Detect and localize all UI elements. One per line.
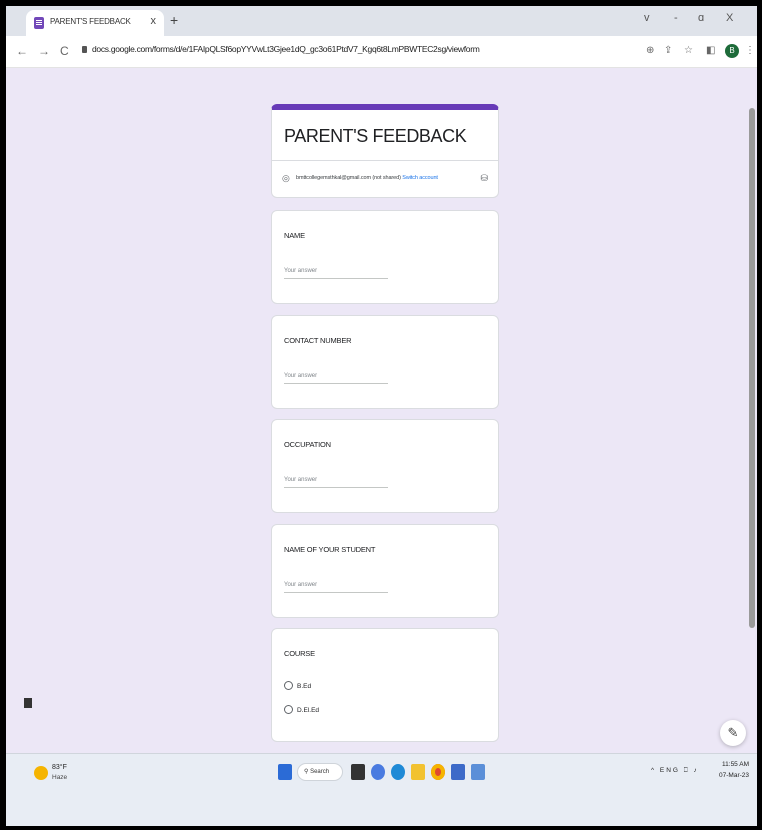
reload-icon[interactable]: C — [60, 44, 69, 58]
question-label: COURSE — [284, 649, 315, 658]
side-panel-icon[interactable]: ◧ — [706, 45, 715, 56]
start-windows-icon[interactable] — [278, 764, 292, 780]
office-icon[interactable] — [471, 764, 485, 780]
search-label: Search — [310, 769, 330, 775]
restore-button[interactable]: ɑ — [698, 12, 704, 24]
minimize-button[interactable]: - — [674, 12, 678, 24]
question-label: OCCUPATION — [284, 440, 331, 449]
side-bookmark-icon[interactable] — [24, 698, 32, 708]
edit-pencil-icon[interactable]: ✎ — [720, 720, 746, 746]
url-text: docs.google.com/forms/d/e/1FAIpQLSf6opYY… — [92, 44, 480, 54]
task-view-icon[interactable] — [351, 764, 365, 780]
tab-title: PARENT'S FEEDBACK — [50, 17, 131, 26]
question-card-student-name: NAME OF YOUR STUDENT Your answer — [271, 524, 499, 618]
radio-button[interactable] — [284, 705, 293, 714]
tab-strip: PARENT'S FEEDBACK x + v - ɑ X — [6, 6, 757, 36]
sun-haze-icon — [34, 766, 48, 780]
browser-toolbar: ← → C docs.google.com/forms/d/e/1FAIpQLS… — [6, 36, 757, 68]
question-label: CONTACT NUMBER — [284, 336, 352, 345]
browser-window: PARENT'S FEEDBACK x + v - ɑ X ← → C docs… — [6, 6, 757, 826]
account-icon: ◎ — [282, 173, 290, 183]
account-email: bmttcollegemsthkal@gmail.com — [296, 175, 371, 181]
answer-input-student-name[interactable]: Your answer — [284, 577, 388, 593]
close-window-button[interactable]: X — [726, 12, 733, 24]
question-card-occupation: OCCUPATION Your answer — [271, 419, 499, 513]
file-explorer-icon[interactable] — [411, 764, 425, 780]
question-label: NAME OF YOUR STUDENT — [284, 545, 376, 554]
option-label: D.El.Ed — [297, 707, 320, 714]
option-label: B.Ed — [297, 683, 312, 690]
clock[interactable]: 11:55 AM 07-Mar-23 — [709, 759, 749, 781]
form-header-card: PARENT'S FEEDBACK ◎ bmttcollegemsthkal@g… — [271, 104, 499, 198]
radio-button[interactable] — [284, 681, 293, 690]
radio-option-bed[interactable]: B.Ed — [284, 681, 311, 690]
volume-icon: ♪ — [693, 767, 699, 774]
question-card-contact-number: CONTACT NUMBER Your answer — [271, 315, 499, 409]
tray-language: ^ ENG — [651, 767, 680, 774]
tab-search-chevron-icon[interactable]: v — [644, 12, 650, 24]
lock-icon — [82, 46, 87, 53]
answer-input-name[interactable]: Your answer — [284, 263, 388, 279]
answer-input-contact-number[interactable]: Your answer — [284, 368, 388, 384]
question-label: NAME — [284, 231, 305, 240]
windows-taskbar: 83°F Haze ⚲ Search ^ ENG ⎕ ♪ 11:55 AM 07… — [6, 753, 757, 826]
menu-icon[interactable]: ⋮ — [745, 45, 755, 56]
page-scrollbar[interactable] — [749, 108, 755, 628]
temperature: 83°F — [52, 764, 67, 771]
form-title: PARENT'S FEEDBACK — [284, 126, 467, 146]
zoom-icon[interactable]: ⊕ — [646, 45, 654, 56]
answer-input-occupation[interactable]: Your answer — [284, 472, 388, 488]
radio-option-deled[interactable]: D.El.Ed — [284, 705, 319, 714]
forward-arrow-icon[interactable]: → — [38, 44, 50, 58]
time: 11:55 AM — [722, 761, 749, 768]
new-tab-button[interactable]: + — [170, 12, 178, 28]
question-card-course: COURSE B.Ed D.El.Ed — [271, 628, 499, 742]
weather-condition: Haze — [52, 774, 68, 781]
search-icon: ⚲ — [304, 769, 309, 775]
chrome-icon[interactable] — [431, 764, 445, 780]
address-bar[interactable]: docs.google.com/forms/d/e/1FAIpQLSf6opYY… — [82, 44, 480, 54]
form-page: PARENT'S FEEDBACK ◎ bmttcollegemsthkal@g… — [6, 68, 757, 753]
system-tray[interactable]: ^ ENG ⎕ ♪ — [651, 767, 699, 775]
store-icon[interactable] — [451, 764, 465, 780]
network-icon: ⎕ — [683, 767, 690, 774]
cloud-save-icon: ⛁ — [480, 173, 488, 183]
taskbar-search[interactable]: ⚲ Search — [297, 763, 343, 781]
chat-icon[interactable] — [371, 764, 385, 780]
edge-icon[interactable] — [391, 764, 405, 780]
profile-avatar[interactable]: B — [725, 44, 739, 58]
date: 07-Mar-23 — [719, 772, 749, 779]
share-icon[interactable]: ⇪ — [664, 45, 672, 56]
account-row: ◎ bmttcollegemsthkal@gmail.com (not shar… — [272, 160, 498, 198]
account-note: (not shared) — [372, 175, 401, 181]
back-arrow-icon[interactable]: ← — [16, 44, 28, 58]
switch-account-link[interactable]: Switch account — [402, 175, 438, 181]
google-forms-icon — [34, 17, 44, 29]
tab-parents-feedback[interactable]: PARENT'S FEEDBACK x — [26, 10, 164, 36]
tab-close-icon[interactable]: x — [151, 15, 157, 27]
bookmark-star-icon[interactable]: ☆ — [684, 45, 693, 56]
question-card-name: NAME Your answer — [271, 210, 499, 304]
account-info: bmttcollegemsthkal@gmail.com (not shared… — [296, 175, 438, 181]
